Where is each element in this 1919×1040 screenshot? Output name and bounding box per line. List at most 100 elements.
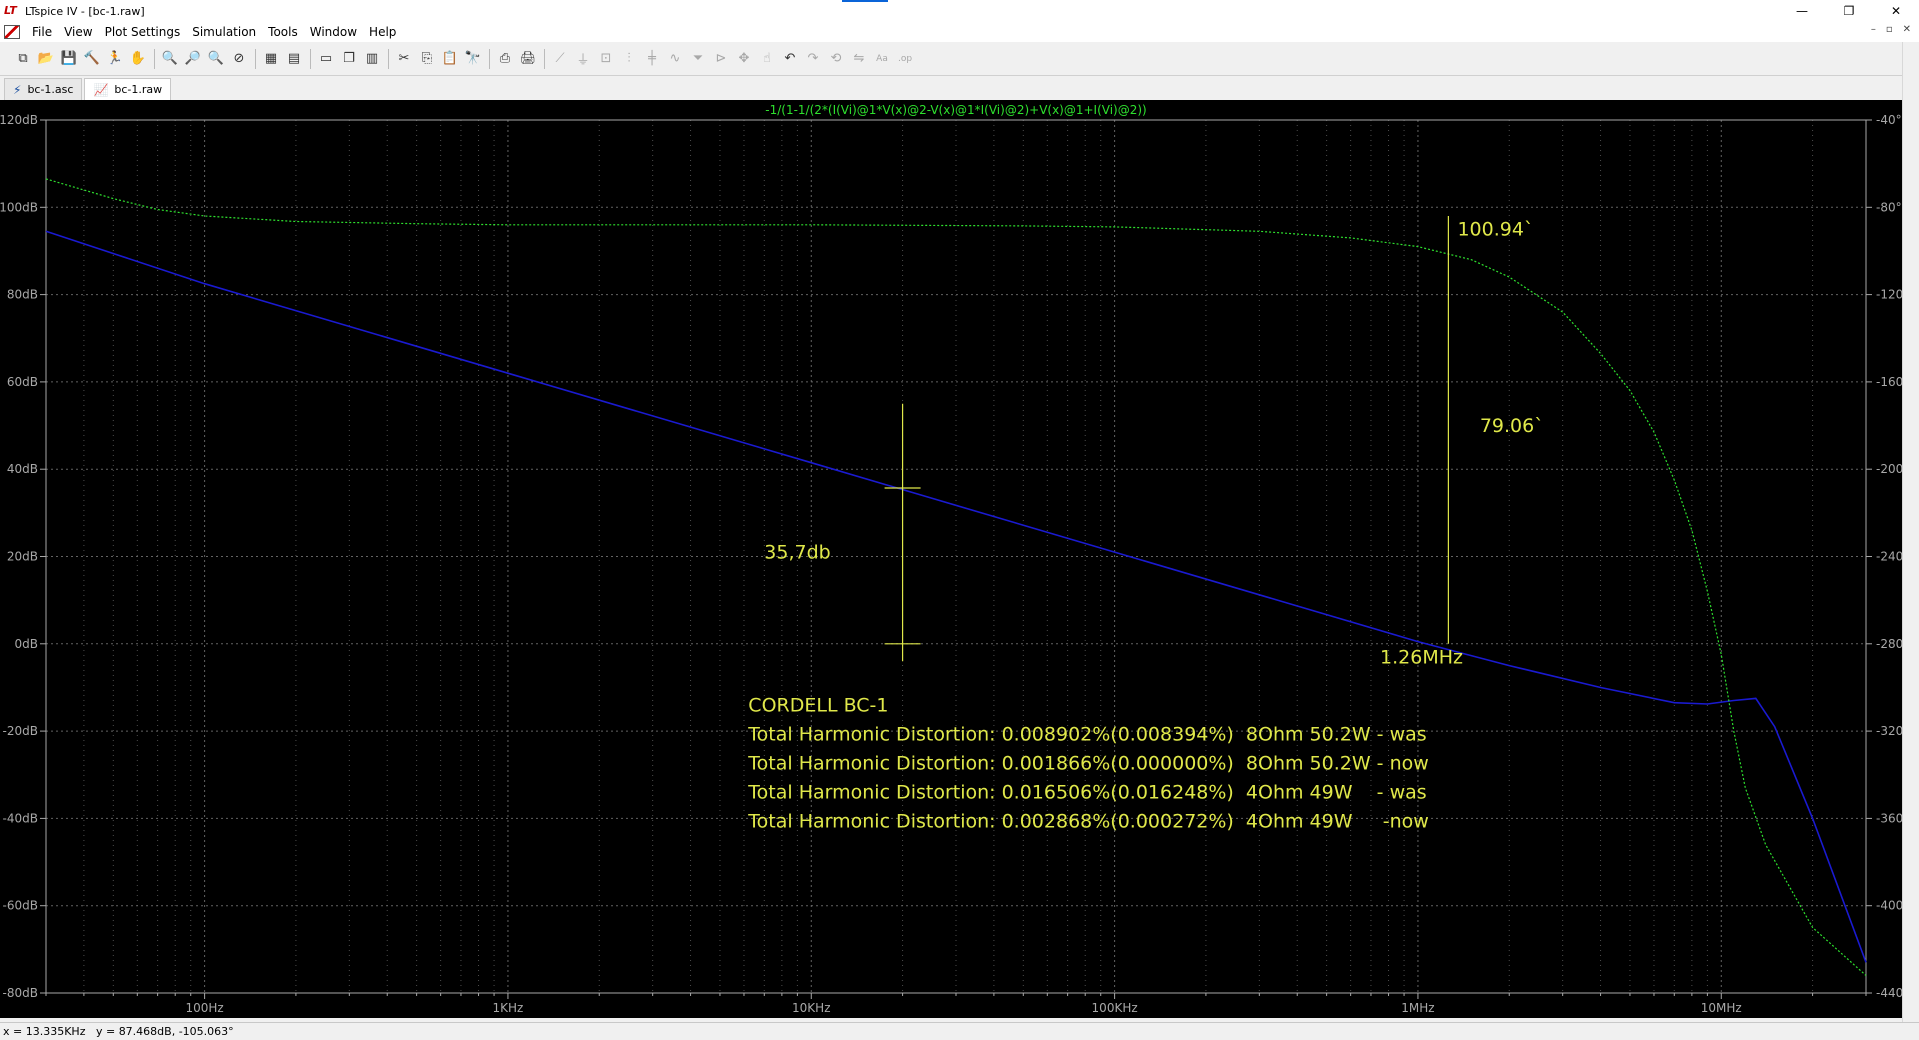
resistor-icon[interactable]: ⫶ (618, 48, 640, 70)
spice-directive-icon[interactable]: .op (894, 48, 916, 70)
x-tick-label: 100Hz (185, 1001, 223, 1015)
text-icon[interactable]: Aa (871, 48, 893, 70)
status-bar: x = 13.335KHz y = 87.468dB, -105.063° (0, 1022, 1919, 1040)
ltspice-logo-icon: LT (4, 4, 17, 17)
x-tick-label: 100KHz (1092, 1001, 1138, 1015)
tab-bc-1-raw[interactable]: 📈 bc-1.raw (84, 78, 172, 100)
plot-annotation[interactable]: 100.94` (1457, 219, 1533, 241)
title-bar: LT LTspice IV - [bc-1.raw] — ❐ ✕ (0, 0, 1919, 22)
tile-horizontal-icon[interactable]: ▭ (315, 48, 337, 70)
mdi-minimize-button[interactable]: – (1871, 24, 1876, 35)
minimize-button[interactable]: — (1779, 0, 1825, 22)
menu-tools[interactable]: Tools (262, 22, 304, 42)
draw-wire-icon[interactable]: ⟋ (549, 48, 571, 70)
mdi-close-button[interactable]: ✕ (1903, 24, 1911, 35)
new-schematic-icon[interactable]: ⧉ (12, 48, 34, 70)
plot-annotation[interactable]: 1.26MHz (1380, 646, 1463, 668)
print-icon[interactable]: 🖨 (517, 48, 539, 70)
y-left-tick-label: 100dB (0, 200, 38, 214)
plot-annotation[interactable]: 35,7db (764, 542, 830, 564)
toolbar-separator (388, 48, 389, 69)
y-left-tick-label: 120dB (0, 113, 38, 127)
diode-icon[interactable]: ⏷ (687, 48, 709, 70)
capacitor-icon[interactable]: ╪ (641, 48, 663, 70)
component-icon[interactable]: ⊳ (710, 48, 732, 70)
menu-plot-settings[interactable]: Plot Settings (99, 22, 187, 42)
tile-vertical-icon[interactable]: ▥ (361, 48, 383, 70)
y-right-tick-label: -400° (1876, 899, 1902, 913)
waveform-icon: 📈 (93, 82, 109, 97)
zoom-fit-icon[interactable]: ⊘ (228, 48, 250, 70)
mirror-icon[interactable]: ⇋ (848, 48, 870, 70)
cursor-y-readout: y = 87.468dB, -105.063° (95, 1025, 234, 1038)
paste-icon[interactable]: 📋 (439, 48, 461, 70)
copy-icon[interactable]: ⎘ (416, 48, 438, 70)
cursor-x-readout: x = 13.335KHz (3, 1025, 86, 1038)
y-right-tick-label: -120° (1876, 288, 1902, 302)
open-icon[interactable]: 📂 (35, 48, 57, 70)
find-icon[interactable]: 🔭 (462, 48, 484, 70)
menu-file[interactable]: File (26, 22, 58, 42)
halt-icon[interactable]: ✋ (127, 48, 149, 70)
pick-visible-traces-icon[interactable]: ▤ (283, 48, 305, 70)
notes-heading[interactable]: CORDELL BC-1 (748, 694, 888, 716)
vertical-scrollbar[interactable] (1902, 42, 1919, 1022)
y-right-tick-label: -360° (1876, 811, 1902, 825)
ground-icon[interactable]: ⏚ (572, 48, 594, 70)
inductor-icon[interactable]: ∿ (664, 48, 686, 70)
y-left-tick-label: 80dB (7, 288, 38, 302)
menu-help[interactable]: Help (363, 22, 402, 42)
y-right-tick-label: -160° (1876, 375, 1902, 389)
document-system-menu-icon[interactable] (4, 25, 20, 39)
thd-note-line[interactable]: Total Harmonic Distortion: 0.016506%(0.0… (747, 781, 1426, 803)
tab-bc-1-asc[interactable]: ⚡ bc-1.asc (4, 78, 83, 100)
y-left-tick-label: 60dB (7, 375, 38, 389)
menu-items: File View Plot Settings Simulation Tools Wind… (26, 22, 402, 42)
thd-note-line[interactable]: Total Harmonic Distortion: 0.008902%(0.0… (747, 723, 1426, 745)
thd-note-line[interactable]: Total Harmonic Distortion: 0.001866%(0.0… (747, 752, 1428, 774)
mdi-restore-button[interactable]: ▫ (1886, 24, 1893, 35)
y-right-tick-label: -80° (1876, 200, 1902, 214)
maximize-button[interactable]: ❐ (1826, 0, 1872, 22)
y-left-tick-label: -60dB (3, 899, 38, 913)
zoom-in-icon[interactable]: 🔍 (159, 48, 181, 70)
redo-icon[interactable]: ↷ (802, 48, 824, 70)
cascade-icon[interactable]: ❐ (338, 48, 360, 70)
control-panel-icon[interactable]: 🔨 (81, 48, 103, 70)
toolbar-separator (489, 48, 490, 69)
menu-view[interactable]: View (58, 22, 98, 42)
toolbar-separator (310, 48, 311, 69)
autorange-icon[interactable]: ▦ (260, 48, 282, 70)
phase-trace[interactable] (45, 178, 1867, 976)
toolbar-separator (255, 48, 256, 69)
y-left-tick-label: -20dB (3, 724, 38, 738)
menu-simulation[interactable]: Simulation (186, 22, 262, 42)
move-icon[interactable]: ✥ (733, 48, 755, 70)
document-tab-bar: ⚡ bc-1.asc 📈 bc-1.raw (0, 76, 1919, 100)
run-icon[interactable]: 🏃 (104, 48, 126, 70)
tab-label: bc-1.raw (114, 83, 163, 96)
close-button[interactable]: ✕ (1873, 0, 1919, 22)
y-right-tick-label: -200° (1876, 462, 1902, 476)
waveform-plot-pane[interactable]: 120dB 100dB 80dB 60dB 40dB 20dB 0dB -20dB -40dB -… (0, 100, 1902, 1018)
pan-icon[interactable]: 🔎 (182, 48, 204, 70)
bode-plot[interactable]: 120dB 100dB 80dB 60dB 40dB 20dB 0dB -20dB -40dB -… (0, 100, 1902, 1018)
plot-annotation[interactable]: 79.06` (1480, 415, 1544, 437)
undo-icon[interactable]: ↶ (779, 48, 801, 70)
y-left-tick-label: -80dB (3, 986, 38, 1000)
x-tick-label: 1MHz (1401, 1001, 1434, 1015)
save-icon[interactable]: 💾 (58, 48, 80, 70)
label-net-icon[interactable]: ⊡ (595, 48, 617, 70)
thd-note-line[interactable]: Total Harmonic Distortion: 0.002868%(0.0… (747, 810, 1428, 832)
zoom-out-icon[interactable]: 🔍 (205, 48, 227, 70)
print-setup-icon[interactable]: ⎙ (494, 48, 516, 70)
window-title: LTspice IV - [bc-1.raw] (25, 4, 145, 18)
x-tick-label: 1KHz (493, 1001, 524, 1015)
rotate-icon[interactable]: ⟲ (825, 48, 847, 70)
toolbar-separator (544, 48, 545, 69)
cut-icon[interactable]: ✂ (393, 48, 415, 70)
trace-expression-label[interactable]: -1/(1-1/(2*(I(Vi)@1*V(x)@2-V(x)@1*I(Vi)@… (765, 103, 1147, 117)
y-right-tick-label: -40° (1876, 113, 1902, 127)
menu-window[interactable]: Window (304, 22, 363, 42)
drag-icon[interactable]: ☝ (756, 48, 778, 70)
